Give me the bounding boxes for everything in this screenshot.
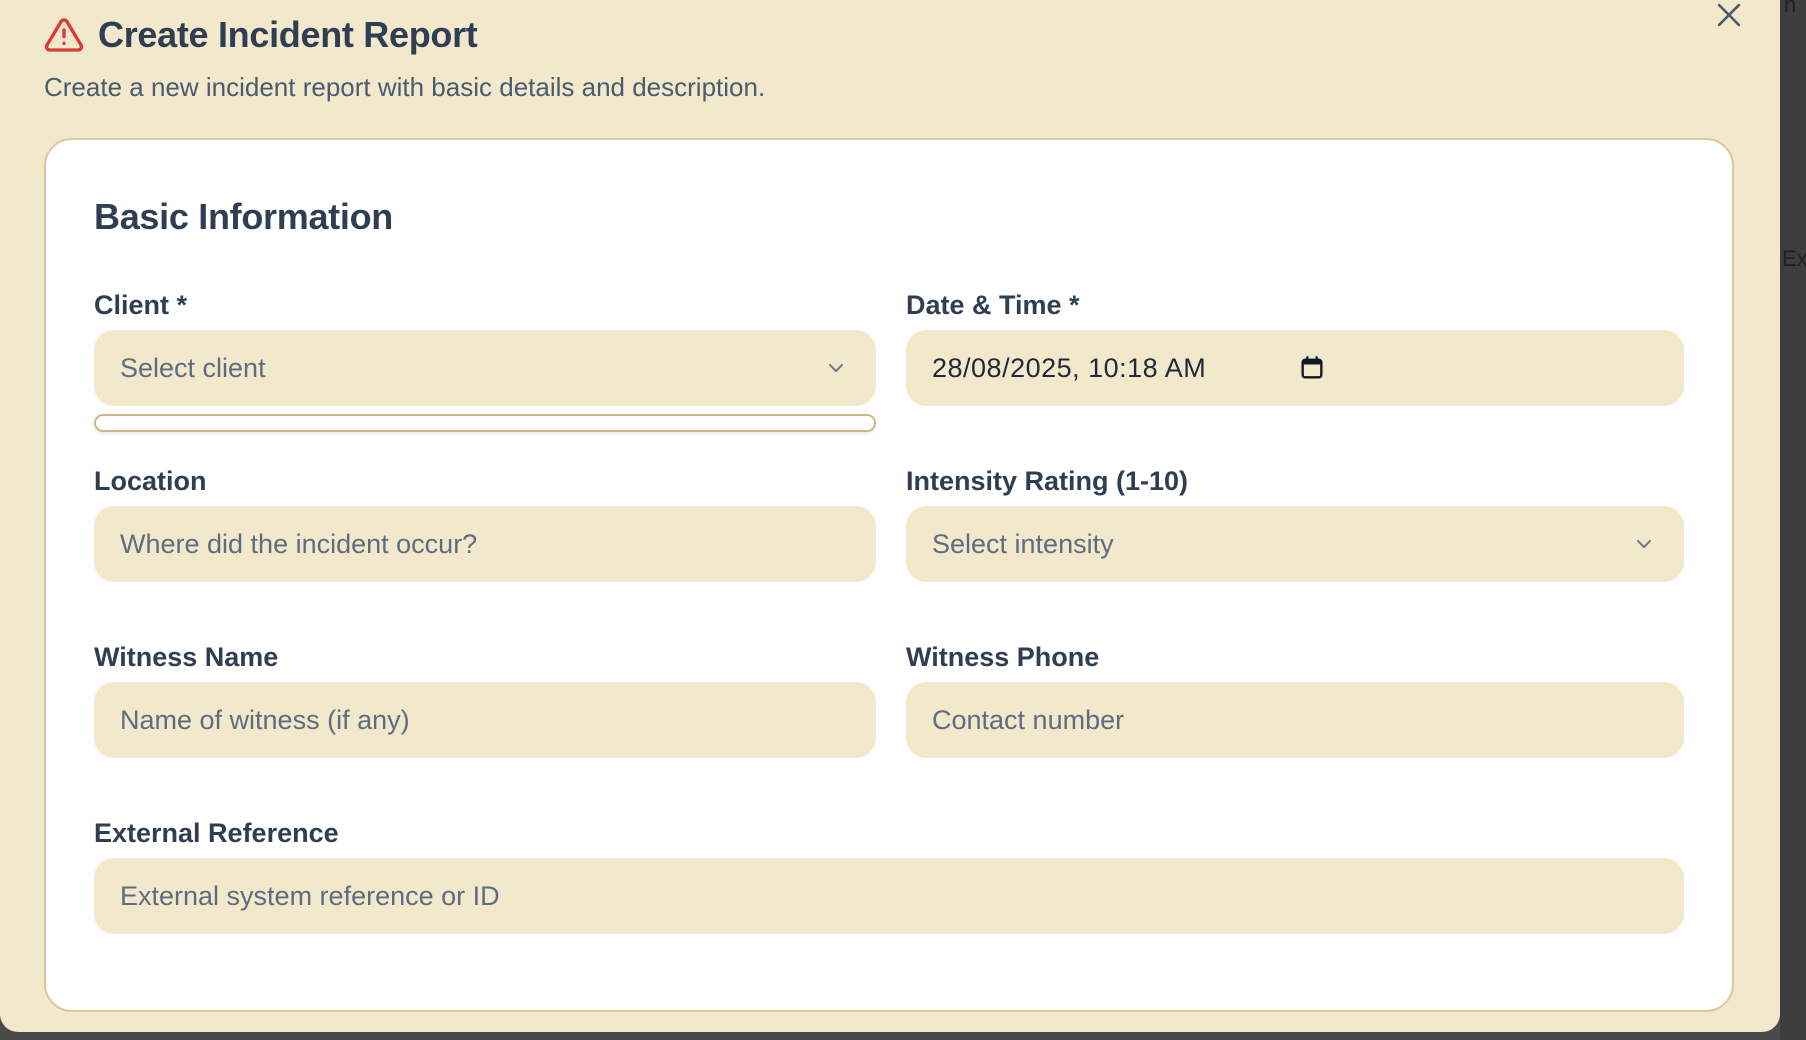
close-button[interactable] [1712, 0, 1746, 32]
external-reference-label: External Reference [94, 818, 339, 848]
client-label: Client * [94, 290, 188, 320]
calendar-icon[interactable] [1298, 354, 1326, 382]
intensity-select-value: Select intensity [932, 528, 1114, 559]
warning-triangle-icon [44, 15, 84, 55]
incident-report-dialog: Create Incident Report Create a new inci… [0, 0, 1780, 1032]
background-page-edge: n Ex [1780, 0, 1806, 1040]
witness-phone-label: Witness Phone [906, 642, 1100, 672]
background-text-fragment: n [1784, 0, 1797, 17]
datetime-label: Date & Time * [906, 290, 1080, 320]
chevron-down-icon [1637, 540, 1651, 548]
location-label: Location [94, 466, 207, 496]
dialog-title: Create Incident Report [98, 14, 478, 55]
datetime-value: 28/08/2025, 10:18 AM [932, 352, 1207, 383]
dialog-header: Create Incident Report [44, 14, 478, 56]
location-input[interactable] [94, 506, 876, 582]
client-select[interactable]: Select client [94, 330, 876, 406]
intensity-label: Intensity Rating (1-10) [906, 466, 1189, 496]
close-icon [1717, 3, 1741, 27]
witness-name-input[interactable] [94, 682, 876, 758]
client-select-value: Select client [120, 352, 266, 383]
client-dropdown-panel[interactable] [94, 414, 876, 432]
background-text-fragment: Ex [1782, 246, 1806, 271]
section-title: Basic Information [94, 196, 393, 237]
witness-phone-input[interactable] [906, 682, 1684, 758]
datetime-input[interactable]: 28/08/2025, 10:18 AM [906, 330, 1684, 406]
dialog-subtitle: Create a new incident report with basic … [44, 72, 766, 102]
witness-name-label: Witness Name [94, 642, 279, 672]
intensity-select[interactable]: Select intensity [906, 506, 1684, 582]
chevron-down-icon [829, 364, 843, 372]
basic-information-card: Basic Information Client * Select client… [44, 138, 1734, 1012]
external-reference-input[interactable] [94, 858, 1684, 934]
